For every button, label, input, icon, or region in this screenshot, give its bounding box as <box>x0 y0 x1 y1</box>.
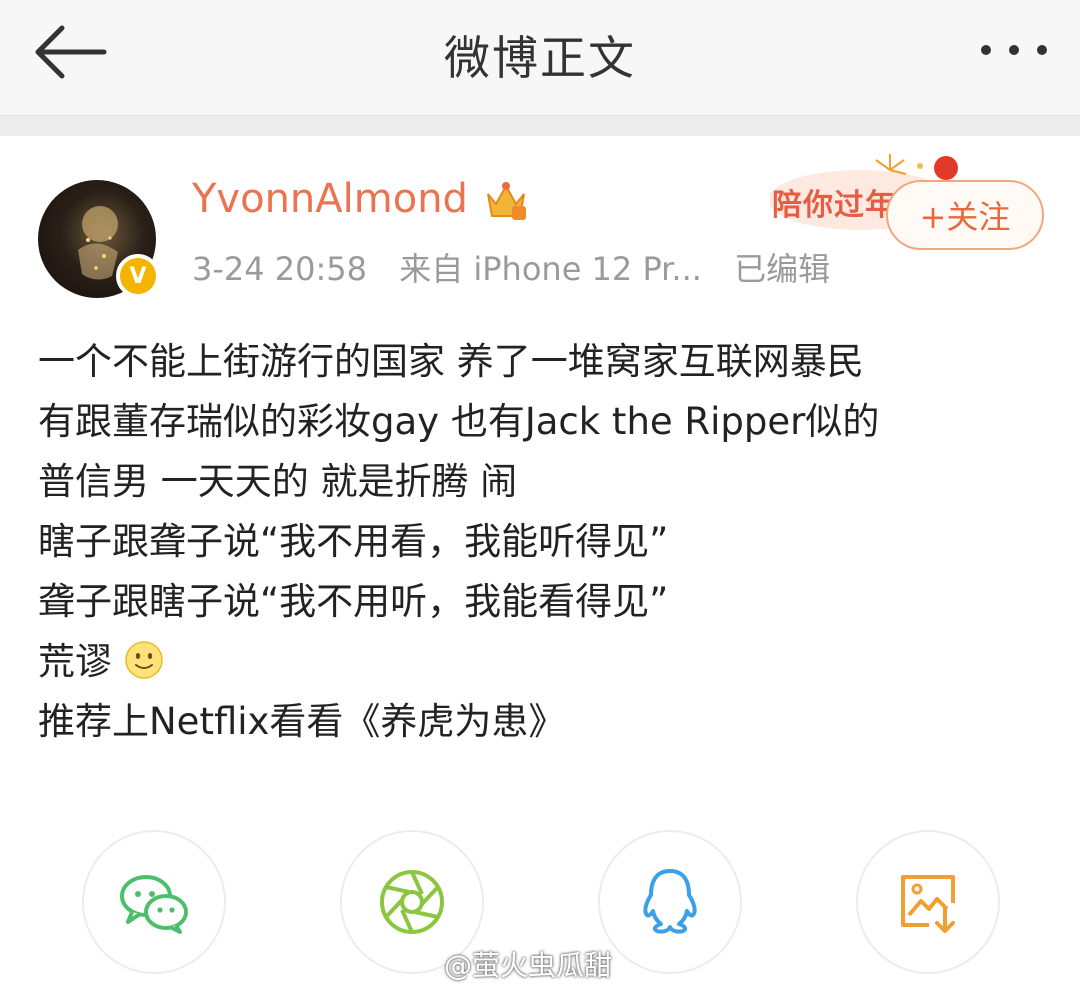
share-wechat-button[interactable] <box>82 830 226 974</box>
festival-banner-text: 陪你过年 <box>772 188 896 223</box>
follow-button[interactable]: +关注 <box>886 180 1044 250</box>
save-image-icon <box>901 875 955 933</box>
more-dots-icon <box>981 45 1047 55</box>
post-line-with-emoji: 荒谬 <box>38 632 1048 692</box>
vip-crown-icon[interactable] <box>482 178 530 222</box>
weibo-watermark: @萤火虫瓜甜 <box>444 949 613 982</box>
verified-badge-icon: V <box>116 254 160 298</box>
post-line: 推荐上Netflix看看《养虎为患》 <box>38 700 566 743</box>
post-timestamp: 3-24 20:58 <box>192 250 368 288</box>
post-line: 一个不能上街游行的国家 养了一堆窝家互联网暴民 <box>38 340 864 383</box>
post-content: 一个不能上街游行的国家 养了一堆窝家互联网暴民 有跟董存瑞似的彩妆gay 也有J… <box>38 332 1048 752</box>
share-qq-button[interactable] <box>598 830 742 974</box>
top-navigation-bar: 微博正文 <box>0 0 1080 116</box>
smile-emoji-icon <box>124 638 164 679</box>
post-line: 荒谬 <box>38 640 112 683</box>
save-image-button[interactable] <box>856 830 1000 974</box>
post-username[interactable]: YvonnAlmond <box>192 176 468 222</box>
post-edited-label[interactable]: 已编辑 <box>734 250 830 288</box>
more-options-button[interactable] <box>974 30 1054 70</box>
post-line: 普信男 一天天的 就是折腾 闹 <box>38 460 518 503</box>
post-meta: 3-24 20:58 来自 iPhone 12 Pr... 已编辑 <box>192 244 852 290</box>
post-line: 有跟董存瑞似的彩妆gay 也有Jack the Ripper似的 <box>38 400 880 443</box>
wechat-icon <box>120 875 188 934</box>
post-source[interactable]: 来自 iPhone 12 Pr... <box>399 250 702 288</box>
post-line: 瞎子跟聋子说“我不用看，我能听得见” <box>38 520 669 563</box>
qq-icon <box>643 869 697 934</box>
page-title: 微博正文 <box>444 31 636 85</box>
header-divider <box>0 116 1080 136</box>
moments-icon <box>380 870 444 934</box>
post-line: 聋子跟瞎子说“我不用听，我能看得见” <box>38 580 669 623</box>
